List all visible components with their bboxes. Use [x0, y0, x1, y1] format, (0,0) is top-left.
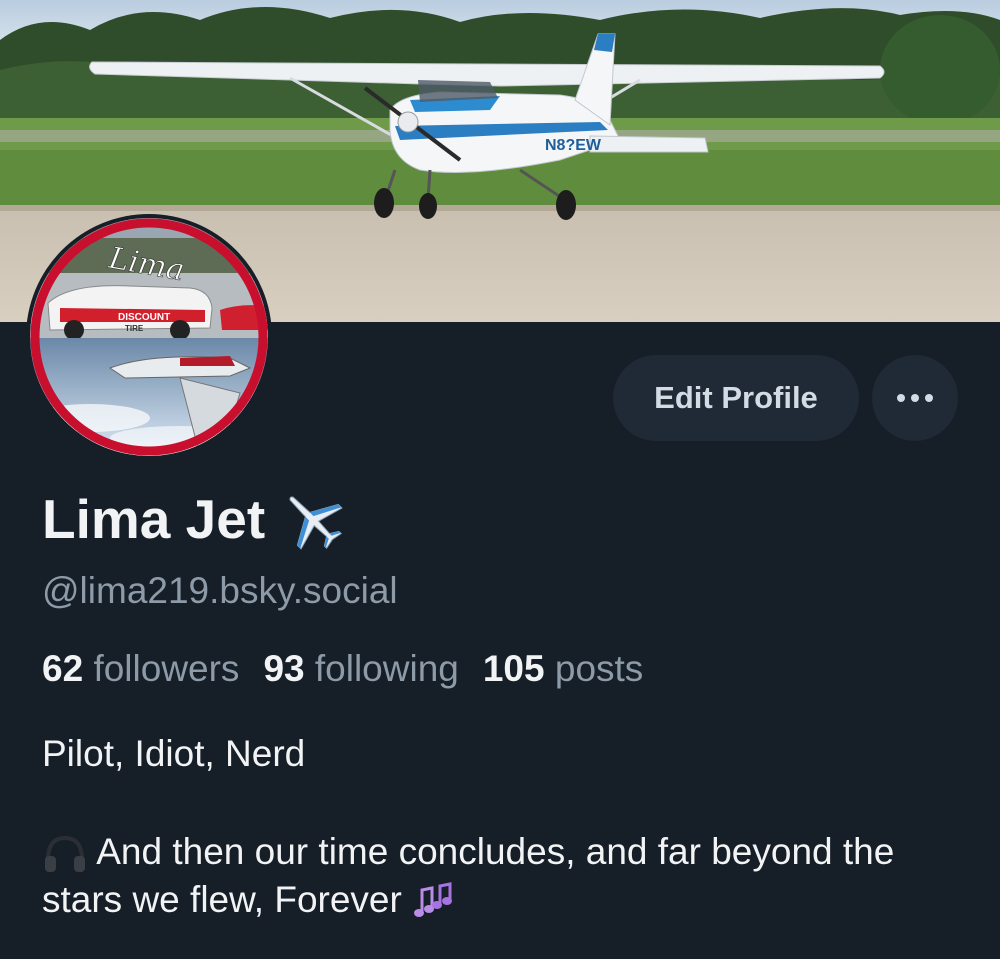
- avatar-car-sponsor: DISCOUNT: [118, 312, 170, 323]
- tail-number: N8?EW: [545, 137, 602, 154]
- posts-count: 105: [482, 648, 545, 689]
- followers-count: 62: [42, 648, 84, 689]
- followers-link[interactable]: 62 followers: [42, 648, 239, 690]
- avatar[interactable]: 29 DISCOUNT TIRE Lima: [30, 218, 268, 456]
- edit-profile-button[interactable]: Edit Profile: [613, 355, 859, 441]
- airplane-icon: [289, 496, 343, 550]
- bio-line-1: Pilot, Idiot, Nerd: [42, 733, 306, 774]
- followers-label: followers: [93, 648, 240, 689]
- following-link[interactable]: 93 following: [263, 648, 458, 690]
- more-options-button[interactable]: [872, 355, 958, 441]
- display-name-row: Lima Jet: [42, 484, 345, 554]
- following-count: 93: [263, 648, 305, 689]
- profile-stats: 62 followers 93 following 105 posts: [42, 648, 643, 690]
- profile-bio: Pilot, Idiot, Nerd And then our time con…: [42, 730, 972, 924]
- profile-handle: @lima219.bsky.social: [42, 570, 398, 611]
- avatar-car-sponsor2: TIRE: [125, 324, 144, 333]
- following-label: following: [314, 648, 459, 689]
- music-notes-icon: [414, 882, 453, 918]
- display-name: Lima Jet: [42, 488, 266, 550]
- bio-line-2: And then our time concludes, and far bey…: [42, 831, 895, 920]
- avatar-car-number: 29: [88, 309, 102, 323]
- posts-stat: 105 posts: [483, 648, 643, 690]
- headphones-icon: [45, 836, 85, 873]
- ellipsis-icon: [897, 394, 933, 402]
- bio-line-2-row: And then our time concludes, and far bey…: [42, 828, 972, 924]
- posts-label: posts: [554, 648, 644, 689]
